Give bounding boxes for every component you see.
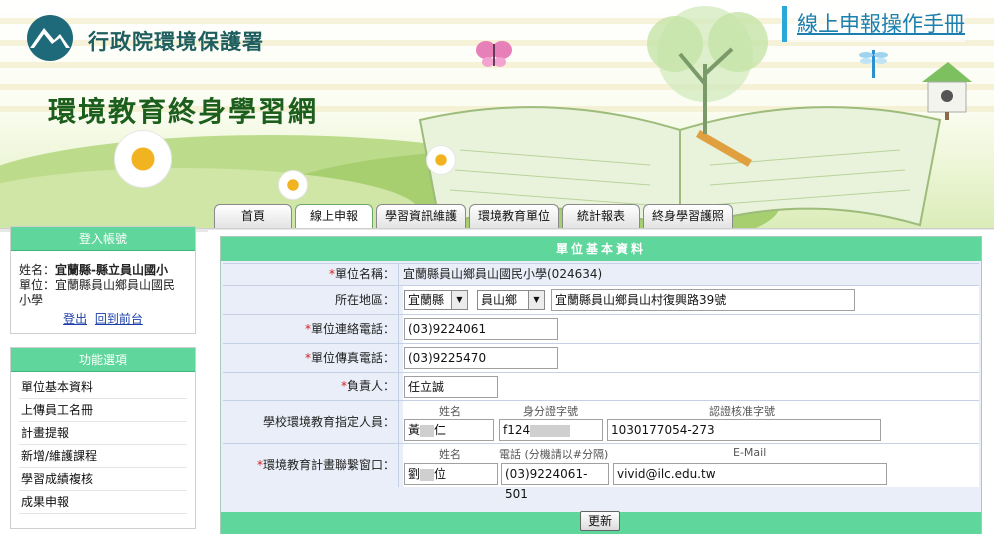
birdhouse-icon [922, 62, 972, 120]
tab-statistics[interactable]: 統計報表 [562, 204, 641, 228]
designee-cert-header: 認證核准字號 [709, 405, 775, 418]
redaction-mask [420, 468, 435, 481]
daisy-decoration [114, 130, 172, 188]
function-menu-title: 功能選項 [11, 348, 195, 372]
unit-info-form: 單位基本資料 *單位名稱： 宜蘭縣員山鄉員山國民小學(024634) 所在地區：… [220, 236, 982, 534]
designee-id-header: 身分證字號 [523, 405, 578, 418]
contact-phone-header: 電話 (分機請以#分隔) [499, 448, 609, 461]
menu-item-course-maintenance[interactable]: 新增/維護課程 [19, 445, 187, 468]
dragonfly-icon [859, 50, 888, 78]
menu-item-upload-staff-roster[interactable]: 上傳員工名冊 [19, 399, 187, 422]
phone-value: (03)9224061 [403, 315, 979, 343]
fax-input[interactable]: (03)9225470 [404, 347, 558, 369]
fax-label: *單位傳真電話： [223, 344, 399, 372]
site-banner: 行政院環境保護署 環境教育終身學習網 線上申報操作手冊 [0, 0, 994, 232]
contact-email-input[interactable]: vivid@ilc.edu.tw [613, 463, 887, 485]
designee-cert-input[interactable]: 1030177054-273 [607, 419, 881, 441]
contact-value: 姓名 電話 (分機請以#分隔) E-Mail 劉位 (03)9224061-50… [403, 444, 979, 501]
agency-name: 行政院環境保護署 [88, 30, 264, 54]
designee-id-input[interactable]: f124 [499, 419, 603, 441]
chevron-down-icon: ▼ [451, 291, 467, 309]
butterfly-icon [476, 41, 512, 67]
owner-label: *負責人： [223, 373, 399, 400]
redaction-mask [530, 424, 571, 437]
redaction-mask [420, 424, 435, 437]
daisy-decoration [426, 145, 456, 175]
menu-item-results-report[interactable]: 成果申報 [19, 491, 187, 514]
contact-name-header: 姓名 [439, 448, 461, 461]
operation-manual-link[interactable]: 線上申報操作手冊 [782, 6, 965, 42]
tab-learning-info[interactable]: 學習資訊維護 [376, 204, 467, 228]
chevron-down-icon: ▼ [528, 291, 544, 309]
fax-value: (03)9225470 [403, 344, 979, 372]
phone-input[interactable]: (03)9224061 [404, 318, 558, 340]
function-menu-panel: 功能選項 單位基本資料 上傳員工名冊 計畫提報 新增/維護課程 學習成績複核 成… [10, 347, 196, 529]
designee-value: 姓名 身分證字號 認證核准字號 黃仁 f124 1030177054-273 [403, 401, 979, 443]
contact-phone-input[interactable]: (03)9224061-501 [501, 463, 609, 501]
township-select[interactable]: 員山鄉 ▼ [477, 290, 545, 310]
contact-email-header: E-Mail [733, 446, 767, 459]
login-name-label: 姓名： [19, 263, 56, 277]
daisy-decoration [278, 170, 308, 200]
update-button[interactable]: 更新 [580, 511, 620, 531]
owner-input[interactable]: 任立誠 [404, 376, 498, 398]
main-tabs: 首頁 線上申報 學習資訊維護 環境教育單位 統計報表 終身學習護照 [214, 204, 736, 228]
unit-name-value: 宜蘭縣員山鄉員山國民小學(024634) [403, 264, 979, 285]
menu-item-plan-submission[interactable]: 計畫提報 [19, 422, 187, 445]
main-content: 單位基本資料 *單位名稱： 宜蘭縣員山鄉員山國民小學(024634) 所在地區：… [208, 230, 994, 543]
login-unit: 單位：宜蘭縣員山鄉員山國民小學 [11, 278, 195, 308]
tab-online-report[interactable]: 線上申報 [295, 204, 373, 228]
login-panel: 登入帳號 姓名：宜蘭縣-縣立員山國小 單位：宜蘭縣員山鄉員山國民小學 登出 回到… [10, 226, 196, 334]
contact-label: *環境教育計畫聯繫窗口： [223, 444, 399, 487]
county-select[interactable]: 宜蘭縣 ▼ [404, 290, 468, 310]
login-unit-label: 單位： [19, 278, 56, 292]
site-title: 環境教育終身學習網 [48, 95, 319, 128]
owner-value: 任立誠 [403, 373, 979, 400]
designee-name-header: 姓名 [439, 405, 461, 418]
row-fax: *單位傳真電話： (03)9225470 [223, 343, 979, 372]
login-panel-title: 登入帳號 [11, 227, 195, 251]
form-title: 單位基本資料 [221, 237, 981, 261]
row-contact: *環境教育計畫聯繫窗口： 姓名 電話 (分機請以#分隔) E-Mail 劉位 (… [223, 443, 979, 501]
tree-illustration [647, 6, 768, 134]
back-to-frontend-link[interactable]: 回到前台 [95, 312, 143, 326]
region-label: 所在地區： [223, 286, 399, 314]
login-user: 姓名：宜蘭縣-縣立員山國小 [11, 263, 195, 278]
tab-home[interactable]: 首頁 [214, 204, 292, 228]
login-name-value: 宜蘭縣-縣立員山國小 [55, 263, 168, 277]
contact-name-input[interactable]: 劉位 [404, 463, 498, 485]
phone-label: *單位連絡電話： [223, 315, 399, 343]
region-value: 宜蘭縣 ▼ 員山鄉 ▼ 宜蘭縣員山鄉員山村復興路39號 [403, 286, 979, 314]
designee-name-input[interactable]: 黃仁 [404, 419, 494, 441]
row-unit-name: *單位名稱： 宜蘭縣員山鄉員山國民小學(024634) [223, 263, 979, 285]
row-designee: 學校環境教育指定人員： 姓名 身分證字號 認證核准字號 黃仁 f124 1030… [223, 400, 979, 443]
tab-lifelong-passport[interactable]: 終身學習護照 [643, 204, 734, 228]
epa-logo-icon [27, 15, 73, 61]
menu-item-unit-basic-info[interactable]: 單位基本資料 [19, 376, 187, 399]
unit-name-label: *單位名稱： [223, 264, 399, 285]
row-region: 所在地區： 宜蘭縣 ▼ 員山鄉 ▼ 宜蘭縣員山鄉員山村復興路39號 [223, 285, 979, 314]
row-owner: *負責人： 任立誠 [223, 372, 979, 400]
row-phone: *單位連絡電話： (03)9224061 [223, 314, 979, 343]
logout-link[interactable]: 登出 [63, 312, 87, 326]
menu-item-score-review[interactable]: 學習成績複核 [19, 468, 187, 491]
tab-env-edu-unit[interactable]: 環境教育單位 [469, 204, 560, 228]
login-links: 登出 回到前台 [11, 312, 195, 327]
address-input[interactable]: 宜蘭縣員山鄉員山村復興路39號 [551, 289, 855, 311]
designee-label: 學校環境教育指定人員： [223, 401, 399, 443]
